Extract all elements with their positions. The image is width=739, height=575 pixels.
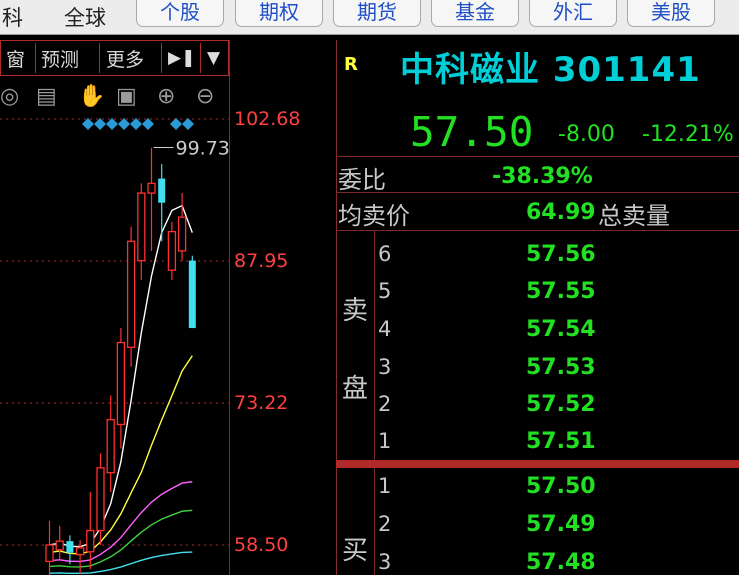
event-marker-icon xyxy=(82,118,94,130)
candle-body xyxy=(96,467,105,532)
candle-body xyxy=(147,182,156,194)
sell-price: 57.56 xyxy=(526,242,596,267)
sell-level: 3 xyxy=(378,355,392,379)
skip-forward-icon[interactable]: ▶❚ xyxy=(168,48,195,68)
weibi-label: 委比 xyxy=(338,166,386,194)
total-sell-label: 总卖量 xyxy=(598,202,670,230)
sell-price: 57.52 xyxy=(526,392,596,417)
event-marker-icon xyxy=(130,118,142,130)
panel-border xyxy=(336,40,337,575)
row-divider xyxy=(336,156,739,157)
row-divider xyxy=(336,192,739,193)
event-marker-icon xyxy=(142,118,154,130)
sell-price: 57.51 xyxy=(526,429,596,454)
candle-body xyxy=(66,541,74,553)
price-change: -8.00 xyxy=(558,122,615,147)
price-axis-label: 73.22 xyxy=(234,392,289,414)
toolbar-divider xyxy=(161,43,162,73)
toolbar-divider xyxy=(99,43,100,73)
sell-price: 57.55 xyxy=(526,279,596,304)
sell-level: 2 xyxy=(378,392,392,416)
sell-level: 6 xyxy=(378,242,392,266)
sell-side-label: 盘 xyxy=(342,374,369,404)
sell-price: 57.54 xyxy=(526,317,596,342)
lock-icon[interactable]: ▣ xyxy=(116,84,137,109)
candle-body xyxy=(86,529,95,553)
sell-side-divider xyxy=(374,230,375,460)
tab-stocks[interactable]: 个股 xyxy=(136,0,224,27)
sell-level: 4 xyxy=(378,317,392,341)
book-midline xyxy=(336,460,739,468)
chevron-down-icon[interactable]: ▼ xyxy=(207,48,220,68)
chart-axis-divider xyxy=(229,40,230,575)
global-tab[interactable]: 全球 xyxy=(64,2,106,32)
candle-body xyxy=(177,216,187,252)
avg-sell-value: 64.99 xyxy=(526,200,596,225)
quote-panel: R 中科磁业 301141 57.50 -8.00 -12.21% 委比 -38… xyxy=(336,40,739,575)
tab-funds[interactable]: 基金 xyxy=(431,0,519,27)
sell-level: 5 xyxy=(378,279,392,303)
candle-body xyxy=(75,547,85,556)
buy-side-label: 买 xyxy=(342,536,369,566)
candle-body xyxy=(126,240,136,348)
tab-futures[interactable]: 期货 xyxy=(333,0,421,27)
hand-icon[interactable]: ✋ xyxy=(78,84,105,109)
event-marker-icon xyxy=(106,118,118,130)
high-price-label: 99.73 xyxy=(176,137,230,159)
candle-body xyxy=(167,230,177,271)
tab-us-stocks[interactable]: 美股 xyxy=(627,0,715,27)
basket-icon[interactable]: ▤ xyxy=(36,84,57,109)
zoom-in-icon[interactable]: ⊕ xyxy=(157,84,175,109)
candle-body xyxy=(188,260,196,329)
last-price: 57.50 xyxy=(410,108,534,156)
price-change-percent: -12.21% xyxy=(642,122,734,147)
weibi-value: -38.39% xyxy=(492,164,593,189)
event-marker-icon xyxy=(170,118,182,130)
left-cut-label: 科 xyxy=(2,6,23,30)
zoom-out-icon[interactable]: ⊖ xyxy=(196,84,214,109)
window-button[interactable]: 窗 xyxy=(6,45,25,72)
candle-body xyxy=(137,192,146,262)
candle-body xyxy=(158,178,166,203)
flag-badge: R xyxy=(344,54,358,75)
buy-price: 57.48 xyxy=(526,550,596,575)
event-marker-icon xyxy=(94,118,106,130)
buy-side-divider xyxy=(374,468,375,575)
event-marker-icon xyxy=(118,118,130,130)
tab-options[interactable]: 期权 xyxy=(235,0,323,27)
candlestick-chart[interactable]: 99.73 xyxy=(0,110,229,575)
avg-sell-label: 均卖价 xyxy=(338,202,410,230)
candle-body xyxy=(106,418,115,474)
toolbar-divider xyxy=(200,43,201,73)
ma60-line xyxy=(49,551,193,575)
price-axis-label: 58.50 xyxy=(234,534,289,556)
event-marker-icon xyxy=(182,118,194,130)
toolbar-divider xyxy=(35,43,36,73)
buy-price: 57.50 xyxy=(526,474,596,499)
price-axis-label: 87.95 xyxy=(234,250,289,272)
eye-icon[interactable]: ◎ xyxy=(0,84,19,109)
sell-price: 57.53 xyxy=(526,355,596,380)
candle-body xyxy=(45,544,54,563)
buy-level: 1 xyxy=(378,474,392,498)
ma30-line xyxy=(49,509,193,568)
buy-price: 57.49 xyxy=(526,512,596,537)
more-button[interactable]: 更多 xyxy=(106,45,144,72)
sell-side-label: 卖 xyxy=(342,296,369,326)
price-axis-label: 102.68 xyxy=(234,108,301,130)
top-tab-bar: 科 全球 个股 期权 期货 基金 外汇 美股 xyxy=(0,0,739,35)
row-divider xyxy=(336,230,739,231)
forecast-button[interactable]: 预测 xyxy=(41,45,79,72)
buy-level: 2 xyxy=(378,512,392,536)
buy-level: 3 xyxy=(378,550,392,574)
sell-level: 1 xyxy=(378,429,392,453)
candle-body xyxy=(116,341,126,426)
stock-name-code: 中科磁业 301141 xyxy=(400,50,701,90)
chart-toolbar: 窗 预测 更多 ▶❚ ▼ xyxy=(0,40,229,76)
tab-forex[interactable]: 外汇 xyxy=(529,0,617,27)
candle-body xyxy=(55,540,64,551)
